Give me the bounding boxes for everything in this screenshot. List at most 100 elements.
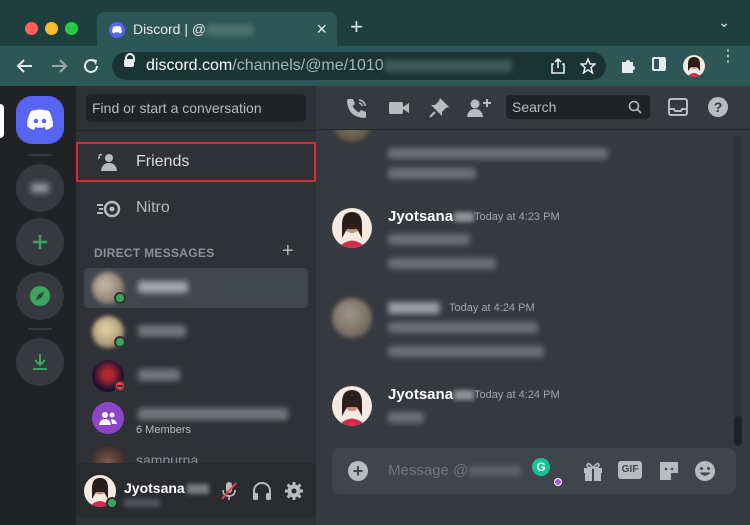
dm-list-item[interactable]: sampurna	[84, 442, 308, 464]
dm-list-item[interactable]	[84, 312, 308, 352]
compass-icon	[30, 286, 50, 306]
microphone-muted-icon[interactable]	[220, 481, 238, 501]
side-panel-icon[interactable]	[652, 57, 666, 71]
avatar	[332, 130, 372, 142]
start-voice-call-icon[interactable]	[346, 97, 368, 119]
create-dm-plus-icon[interactable]: +	[282, 240, 294, 263]
gift-icon[interactable]	[582, 460, 604, 482]
lock-icon	[124, 53, 135, 67]
user-tag-blurred	[124, 499, 160, 507]
discord-logo-icon	[27, 109, 53, 130]
dm-name-blurred	[138, 369, 180, 381]
forward-arrow-icon[interactable]	[50, 57, 68, 75]
server-icon-blurred[interactable]	[16, 164, 64, 212]
headphones-icon[interactable]	[252, 481, 272, 501]
group-member-count: 6 Members	[136, 424, 192, 436]
user-panel: Jyotsana	[76, 463, 316, 518]
server-rail	[0, 86, 76, 525]
download-icon	[33, 354, 47, 370]
extensions-puzzle-icon[interactable]	[620, 58, 636, 74]
back-arrow-icon[interactable]	[16, 57, 34, 75]
explore-servers-button[interactable]	[16, 272, 64, 320]
message-timestamp: Today at 4:23 PM	[474, 211, 560, 223]
search-placeholder: Search	[512, 99, 557, 115]
plus-icon	[33, 235, 47, 249]
message-input[interactable]: Message @	[388, 462, 522, 479]
message-text-blurred	[388, 412, 424, 423]
message-text-blurred	[388, 234, 470, 245]
bookmark-star-icon[interactable]	[580, 58, 596, 74]
gif-picker-button[interactable]: GIF	[618, 461, 642, 479]
online-status-icon	[114, 336, 126, 348]
scrollbar-thumb[interactable]	[734, 416, 742, 446]
grammarly-icon[interactable]: G	[532, 458, 550, 476]
browser-tab-discord[interactable]: Discord | @ ×	[97, 12, 337, 46]
tab-close-icon[interactable]: ×	[316, 19, 327, 40]
settings-gear-icon[interactable]	[284, 481, 304, 501]
dm-sidebar: Find or start a conversation Friends Nit…	[76, 86, 316, 525]
search-input[interactable]: Search	[506, 95, 650, 119]
dm-list-item[interactable]	[84, 356, 308, 396]
friends-wave-icon	[98, 153, 117, 171]
chat-header-toolbar: Search ?	[316, 86, 750, 130]
emoji-icon[interactable]	[694, 460, 716, 482]
start-video-call-icon[interactable]	[388, 97, 410, 119]
browser-profile-avatar[interactable]	[683, 55, 705, 77]
url-text: discord.com/channels/@me/1010	[146, 57, 512, 75]
home-selected-pill	[0, 104, 4, 138]
chat-scrollbar[interactable]	[734, 136, 742, 446]
nitro-icon	[97, 200, 121, 218]
share-icon[interactable]	[550, 57, 566, 75]
discord-favicon-icon	[109, 22, 125, 38]
chat-messages: Jyotsana Today at 4:23 PM Today at 4:24 …	[316, 130, 750, 525]
find-conversation-input[interactable]: Find or start a conversation	[86, 94, 306, 122]
divider	[76, 130, 316, 131]
server-separator	[28, 328, 52, 330]
search-icon	[628, 100, 642, 114]
reload-icon[interactable]	[82, 57, 100, 75]
friends-nav-item[interactable]: Friends	[76, 142, 316, 182]
minimize-window-button[interactable]	[45, 22, 58, 35]
message-text-blurred	[388, 148, 608, 159]
address-bar[interactable]: discord.com/channels/@me/1010	[112, 52, 606, 80]
online-status-icon	[106, 497, 118, 509]
dm-group-item[interactable]: 6 Members	[84, 398, 308, 438]
grammarly-status-dot	[554, 478, 562, 486]
upload-plus-icon[interactable]: +	[348, 461, 368, 481]
nitro-nav-item[interactable]: Nitro	[84, 190, 308, 228]
help-icon[interactable]: ?	[708, 97, 728, 117]
message-author-blurred	[388, 302, 440, 314]
maximize-window-button[interactable]	[65, 22, 78, 35]
download-apps-button[interactable]	[16, 338, 64, 386]
message-composer: + Message @ G GIF	[332, 448, 736, 494]
add-server-button[interactable]	[16, 218, 64, 266]
message-timestamp: Today at 4:24 PM	[474, 389, 560, 401]
tab-search-chevron-icon[interactable]: ⌄	[718, 14, 730, 31]
close-window-button[interactable]	[25, 22, 38, 35]
message-text-blurred	[388, 322, 538, 333]
avatar	[92, 446, 124, 464]
friends-label: Friends	[136, 153, 190, 170]
avatar	[332, 298, 372, 338]
dm-list-item[interactable]	[84, 268, 308, 308]
avatar	[332, 208, 372, 248]
browser-titlebar: Discord | @ × + ⌄	[0, 0, 750, 46]
message-author[interactable]: Jyotsana	[388, 208, 475, 225]
message-author[interactable]: Jyotsana	[388, 386, 475, 403]
new-tab-button[interactable]: +	[350, 14, 363, 40]
online-status-icon	[114, 292, 126, 304]
avatar	[332, 386, 372, 426]
message-text-blurred	[388, 258, 496, 269]
pinned-messages-icon[interactable]	[428, 97, 450, 119]
add-friends-to-dm-icon[interactable]	[466, 97, 492, 119]
discord-home-button[interactable]	[16, 96, 64, 144]
do-not-disturb-status-icon	[114, 380, 126, 392]
browser-menu-kebab-icon[interactable]: ⋮	[720, 49, 736, 65]
direct-messages-header: DIRECT MESSAGES	[94, 246, 215, 260]
username: Jyotsana	[124, 480, 209, 496]
message-text-blurred	[388, 168, 476, 179]
tab-title: Discord | @	[133, 21, 255, 37]
group-name-blurred	[138, 408, 288, 420]
inbox-icon[interactable]	[668, 97, 688, 117]
sticker-icon[interactable]	[658, 460, 680, 482]
